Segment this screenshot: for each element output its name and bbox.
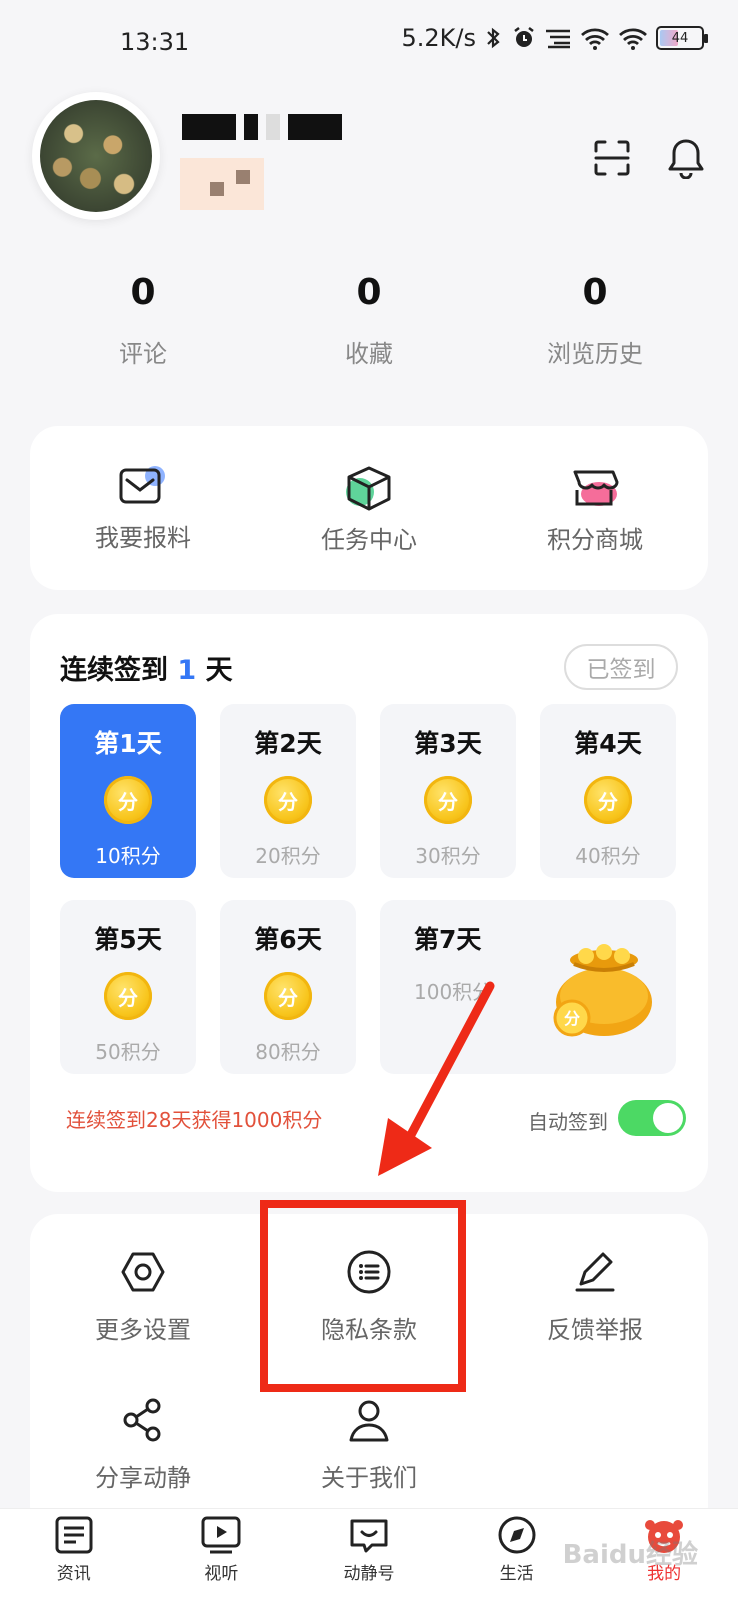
signed-button[interactable]: 已签到 [564,644,678,690]
annotation-arrow [378,981,495,1176]
day-points: 10积分 [95,844,161,868]
coin-icon: 分 [424,776,472,824]
tab-news[interactable]: 资讯 [0,1509,148,1600]
mail-icon [119,466,165,504]
sign-in-promo: 连续签到28天获得1000积分 [66,1108,323,1132]
user-level-redacted [180,158,264,210]
quick-actions-card: 我要报料 任务中心 积分商城 [30,426,708,590]
sign-day-3[interactable]: 第3天 分 30积分 [380,704,516,878]
stat-label: 收藏 [345,340,393,368]
stat-value: 0 [356,272,382,313]
day-points: 30积分 [415,844,481,868]
avatar-image [40,100,152,212]
share-icon [123,1398,161,1442]
coin-icon: 分 [104,776,152,824]
stat-history[interactable]: 0 浏览历史 [482,272,708,369]
coin-icon: 分 [584,776,632,824]
day-points: 50积分 [95,1040,161,1064]
stat-value: 0 [130,272,156,313]
battery-level: 44 [671,30,689,46]
sign-day-4[interactable]: 第4天 分 40积分 [540,704,676,878]
sign-in-title: 连续签到 1 天 [60,648,233,687]
sign-day-1[interactable]: 第1天 分 10积分 [60,704,196,878]
day-label: 第2天 [254,729,322,758]
sign-in-title-prefix: 连续签到 [60,655,168,686]
wifi-icon [581,28,609,50]
stat-label: 浏览历史 [547,340,643,368]
store-icon [573,470,619,506]
video-icon [201,1516,241,1554]
box-icon [346,466,391,511]
network-speed: 5.2K/s [401,24,477,52]
annotation-highlight-box [260,1200,466,1392]
sign-in-days-count: 1 [177,655,197,686]
sign-day-5[interactable]: 第5天 分 50积分 [60,900,196,1074]
menu-label: 关于我们 [321,1464,417,1492]
avatar[interactable] [32,92,160,220]
quick-action-task-center[interactable]: 任务中心 [256,426,482,590]
day-label: 第5天 [94,925,162,954]
quick-action-label: 积分商城 [547,526,643,554]
auto-sign-toggle[interactable] [618,1100,686,1136]
pot-coin-label: 分 [564,1009,580,1028]
day-label: 第4天 [574,729,642,758]
tab-label: 动静号 [343,1564,395,1584]
tab-label: 资讯 [56,1564,91,1584]
coin-icon: 分 [104,972,152,1020]
scan-icon[interactable] [590,136,634,180]
menu-label: 分享动静 [95,1464,191,1492]
sign-in-card: 连续签到 1 天 已签到 第1天 分 10积分 第2天 分 20积分 第3天 分… [30,614,708,1192]
menu-label: 反馈举报 [547,1316,643,1344]
status-bar: 13:31 5.2K/s 44 [0,0,738,86]
bell-icon[interactable] [664,136,708,180]
stat-comments[interactable]: 0 评论 [30,272,256,369]
hexagon-settings-icon [121,1252,165,1292]
menu-label: 更多设置 [95,1316,191,1344]
pen-icon [575,1252,615,1292]
day-points: 40积分 [575,844,641,868]
sign-day-6[interactable]: 第6天 分 80积分 [220,900,356,1074]
menu-feedback-report[interactable]: 反馈举报 [482,1248,708,1345]
stat-favorites[interactable]: 0 收藏 [256,272,482,369]
tab-dongjing[interactable]: 动静号 [295,1509,443,1600]
day-label: 第3天 [414,729,482,758]
bluetooth-icon [487,27,500,49]
day-points: 20积分 [255,844,321,868]
tab-label: 视听 [204,1564,239,1584]
watermark: Baidu经验 [562,1540,698,1570]
coin-icon: 分 [264,972,312,1020]
alarm-icon [514,27,534,47]
news-icon [55,1516,93,1554]
quick-action-points-store[interactable]: 积分商城 [482,426,708,590]
quick-action-label: 任务中心 [321,526,417,554]
sign-in-title-suffix: 天 [205,655,233,686]
gold-pot-icon: 分 [553,944,652,1037]
user-stats: 0 评论 0 收藏 0 浏览历史 [30,272,708,369]
menu-share[interactable]: 分享动静 [30,1396,256,1493]
quick-action-label: 我要报料 [95,524,191,552]
username-redacted [182,114,342,140]
battery-icon: 44 [656,26,708,50]
tab-label: 生活 [499,1564,534,1584]
sign-day-2[interactable]: 第2天 分 20积分 [220,704,356,878]
menu-more-settings[interactable]: 更多设置 [30,1248,256,1345]
day-label: 第1天 [94,729,162,758]
status-time: 13:31 [120,28,190,56]
status-icons: 5.2K/s 44 [401,24,708,52]
tab-video[interactable]: 视听 [148,1509,296,1600]
quick-action-report[interactable]: 我要报料 [30,426,256,590]
menu-about-us[interactable]: 关于我们 [256,1396,482,1493]
compass-icon [498,1516,536,1554]
stat-label: 评论 [119,340,167,368]
stat-value: 0 [582,272,608,313]
day-points: 80积分 [255,1040,321,1064]
chat-smile-icon [350,1519,388,1553]
day-label: 第6天 [254,925,322,954]
coin-icon: 分 [264,776,312,824]
wifi-icon-2 [619,28,647,50]
auto-sign-label: 自动签到 [528,1110,608,1134]
day-label: 第7天 [414,925,482,954]
signal-icon [546,29,570,49]
person-icon [349,1400,389,1442]
